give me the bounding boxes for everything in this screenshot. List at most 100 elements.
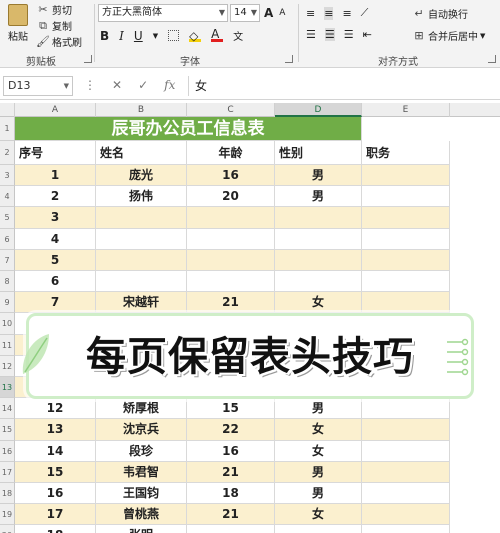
font-shrink-icon[interactable]: A [279,8,285,18]
table-cell[interactable] [362,207,450,229]
table-cell[interactable]: 13 [15,419,96,441]
table-cell[interactable] [187,271,275,293]
table-cell[interactable]: 18 [187,483,275,505]
table-cell[interactable]: 15 [15,461,96,483]
table-cell[interactable]: 矫厚根 [96,398,187,420]
font-color-icon[interactable]: A [211,28,224,42]
row-header[interactable]: 19 [0,504,15,526]
align-top-icon[interactable]: ≡ [306,7,315,20]
column-header-a[interactable]: A [15,103,96,117]
table-cell[interactable]: 16 [187,165,275,187]
table-cell[interactable]: 沈京兵 [96,419,187,441]
border-icon[interactable] [168,30,180,41]
align-left-icon[interactable]: ☰ [306,28,316,41]
copy-button[interactable]: ⧉ 复制 [36,18,72,34]
orientation-icon[interactable]: ⟋ [361,6,369,20]
table-cell[interactable]: 张明 [96,525,187,533]
header-cell[interactable]: 序号 [15,141,96,165]
table-cell[interactable]: 16 [15,483,96,505]
select-all-corner[interactable] [0,103,15,117]
table-cell[interactable]: 16 [187,440,275,462]
table-cell[interactable]: 14 [15,440,96,462]
table-cell[interactable]: 男 [275,186,362,208]
table-cell[interactable]: 2 [15,186,96,208]
table-cell[interactable] [362,525,450,533]
table-cell[interactable]: 18 [15,525,96,533]
table-cell[interactable]: 15 [187,398,275,420]
align-right-icon[interactable]: ☰ [344,28,354,41]
alignment-launcher-icon[interactable] [488,55,496,63]
format-painter-button[interactable]: 🖌 格式刷 [36,34,82,50]
clipboard-launcher-icon[interactable] [84,55,92,63]
header-cell[interactable]: 性别 [275,141,362,165]
row-header[interactable]: 13 [0,377,15,399]
table-cell[interactable] [96,207,187,229]
row-header[interactable]: 4 [0,186,15,208]
table-cell[interactable] [187,525,275,533]
row-header[interactable]: 1 [0,117,15,141]
table-cell[interactable]: 女 [275,292,362,314]
bold-icon[interactable]: B [100,29,109,43]
row-header[interactable]: 2 [0,141,15,165]
table-cell[interactable]: 段珍 [96,440,187,462]
table-cell[interactable] [362,398,450,420]
cut-button[interactable]: ✂ 剪切 [36,2,72,18]
row-header[interactable]: 8 [0,271,15,293]
phonetic-icon[interactable]: 文 [233,28,243,43]
row-header[interactable]: 5 [0,207,15,229]
table-cell[interactable]: 22 [187,419,275,441]
header-cell[interactable]: 职务 [362,141,450,165]
table-cell[interactable] [275,207,362,229]
chevron-down-icon[interactable]: ▼ [153,32,158,40]
table-cell[interactable] [275,525,362,533]
table-cell[interactable]: 女 [275,419,362,441]
table-cell[interactable]: 21 [187,461,275,483]
header-cell[interactable]: 姓名 [96,141,187,165]
table-cell[interactable]: 21 [187,504,275,526]
table-cell[interactable] [362,249,450,271]
table-cell[interactable] [187,249,275,271]
row-header[interactable]: 3 [0,165,15,187]
enter-icon[interactable]: ✓ [138,78,148,92]
table-cell[interactable] [275,249,362,271]
table-cell[interactable] [96,271,187,293]
table-cell[interactable] [362,461,450,483]
indent-icon[interactable]: ⇤ [363,28,372,41]
table-cell[interactable]: 庞光 [96,165,187,187]
column-header-d[interactable]: D [275,103,362,117]
table-cell[interactable]: 1 [15,165,96,187]
table-cell[interactable]: 女 [275,504,362,526]
font-size-dropdown[interactable]: 14 ▼ [230,4,260,22]
table-cell[interactable] [362,228,450,250]
wrap-text-button[interactable]: ↵ 自动换行 [412,6,468,22]
table-cell[interactable]: 12 [15,398,96,420]
table-cell[interactable]: 韦君智 [96,461,187,483]
row-header[interactable]: 10 [0,313,15,335]
row-header[interactable]: 17 [0,461,15,483]
align-middle-icon[interactable]: ≡ [324,6,334,20]
table-cell[interactable]: 男 [275,483,362,505]
table-cell[interactable]: 6 [15,271,96,293]
table-cell[interactable] [96,249,187,271]
row-header[interactable]: 6 [0,228,15,250]
table-cell[interactable]: 曾桃燕 [96,504,187,526]
sheet-title-cell[interactable]: 辰哥办公员工信息表 [15,117,362,141]
header-cell[interactable]: 年龄 [187,141,275,165]
table-cell[interactable]: 男 [275,165,362,187]
align-center-icon[interactable]: ☰ [324,28,335,41]
font-launcher-icon[interactable] [285,55,293,63]
table-cell[interactable] [362,419,450,441]
table-cell[interactable]: 宋越轩 [96,292,187,314]
formula-input[interactable]: 女 [188,76,498,96]
row-header[interactable]: 18 [0,483,15,505]
row-header[interactable]: 14 [0,398,15,420]
row-header[interactable]: 11 [0,334,15,356]
fill-color-icon[interactable]: ◇ [189,29,202,43]
table-cell[interactable] [362,165,450,187]
table-cell[interactable] [275,271,362,293]
name-box[interactable]: D13 ▼ [3,76,73,96]
function-icon[interactable]: fx [164,78,175,92]
merge-center-button[interactable]: ⊞ 合并后居中 ▼ [412,28,485,44]
table-cell[interactable] [187,207,275,229]
row-header[interactable]: 16 [0,440,15,462]
